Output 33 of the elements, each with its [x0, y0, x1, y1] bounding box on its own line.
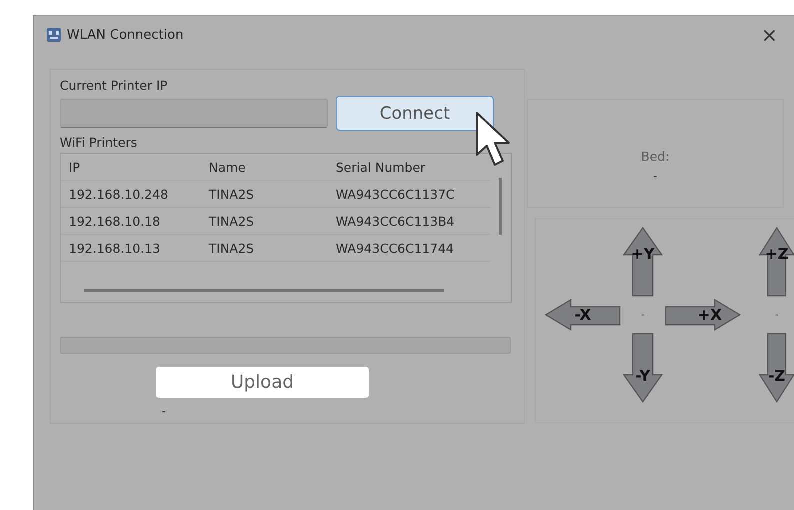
status-text: - [162, 405, 166, 418]
jog-button[interactable]: -Y [623, 333, 663, 403]
table-cell-text: TINA2S [209, 214, 256, 228]
connect-button[interactable]: Connect [336, 96, 494, 131]
table-cell-text: WA943CC6C1137C [336, 186, 456, 202]
table-cell-text: TINA2S [209, 240, 256, 256]
field-label: Current Printer IP [60, 78, 169, 94]
jog-button[interactable]: -Z [759, 333, 794, 403]
table-cell-text: WA943CC6C113B4 [336, 214, 456, 228]
column-header[interactable]: Serial Number [336, 160, 491, 174]
jog-button[interactable]: +X [665, 299, 741, 331]
column-header[interactable]: IP [69, 160, 209, 174]
table-cell-text: 192.168.10.13 [69, 240, 162, 256]
jog-button[interactable]: +Y [623, 227, 663, 297]
list-label: WiFi Printers [60, 135, 138, 151]
xy-position-reading: - [640, 308, 646, 322]
horizontal-scrollbar[interactable] [84, 289, 444, 292]
table-cell-text: WA943CC6C11744 [336, 240, 455, 256]
table-cell-text: TINA2S [209, 186, 256, 202]
bed-temperature-label: Bed: [641, 148, 670, 164]
table-cell-text: 192.168.10.248 [69, 186, 170, 202]
bed-temperature-value: - [654, 170, 658, 182]
jog-button[interactable]: -X [545, 299, 621, 331]
table-cell-text: 192.168.10.18 [69, 214, 162, 228]
upload-button[interactable]: Upload [156, 367, 369, 398]
column-header[interactable]: Name [209, 160, 336, 174]
vertical-scrollbar[interactable] [499, 178, 502, 235]
z-position-reading: - [774, 308, 780, 322]
window-title: WLAN Connection [67, 28, 185, 42]
jog-button[interactable]: +Z [759, 227, 794, 297]
app-icon [46, 27, 62, 43]
printer-ip-field[interactable] [60, 99, 328, 128]
close-button[interactable]: × [757, 23, 782, 47]
